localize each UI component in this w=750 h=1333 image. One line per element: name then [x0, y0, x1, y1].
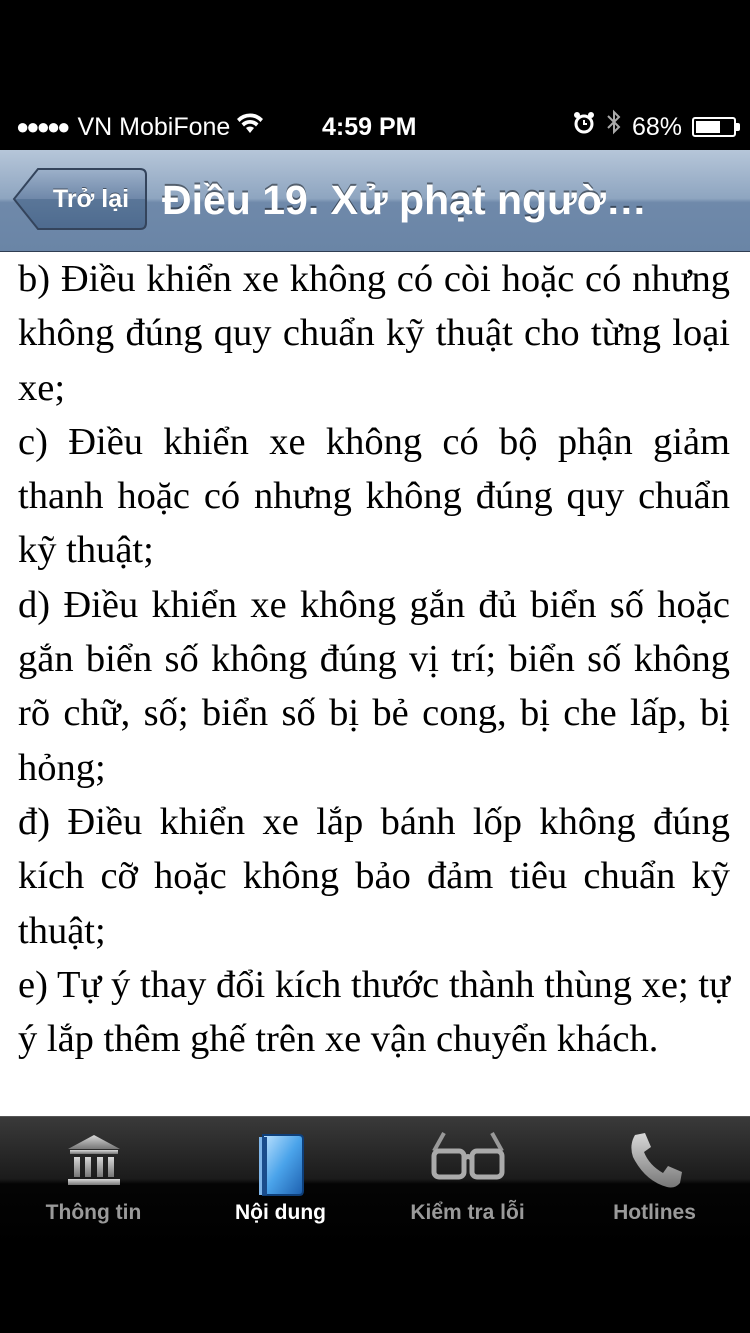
- tab-label: Nội dung: [235, 1201, 326, 1224]
- building-columns-icon: [62, 1129, 126, 1198]
- status-time: 4:59 PM: [322, 113, 417, 141]
- back-button[interactable]: Trở lại: [12, 167, 148, 231]
- wifi-icon: [236, 104, 264, 150]
- alarm-icon: [572, 104, 596, 150]
- app-screen: ●●●●● VN MobiFone 4:59 PM 68% Trở lại Đi…: [0, 0, 750, 1333]
- page-title: Điều 19. Xử phạt ngườ…: [162, 177, 647, 223]
- glasses-icon: [428, 1129, 508, 1198]
- navigation-bar: Trở lại Điều 19. Xử phạt ngườ…: [0, 150, 750, 252]
- signal-strength-icon: ●●●●●: [16, 114, 70, 139]
- phone-icon: [623, 1129, 687, 1198]
- paragraph-d: d) Điều khiển xe không gắn đủ biển số ho…: [18, 583, 730, 789]
- tab-label: Thông tin: [45, 1201, 142, 1224]
- article-text: b) Điều khiển xe không có còi hoặc có nh…: [18, 252, 730, 1066]
- status-left: ●●●●● VN MobiFone: [16, 104, 264, 150]
- battery-icon: [692, 117, 740, 137]
- paragraph-b: b) Điều khiển xe không có còi hoặc có nh…: [18, 258, 730, 409]
- article-content[interactable]: b) Điều khiển xe không có còi hoặc có nh…: [0, 252, 750, 1116]
- paragraph-e: e) Tự ý thay đổi kích thước thành thùng …: [18, 963, 730, 1061]
- tab-label: Kiểm tra lỗi: [410, 1201, 525, 1224]
- battery-fill: [696, 121, 720, 133]
- tab-thong-tin[interactable]: Thông tin: [0, 1117, 187, 1245]
- bluetooth-icon: [606, 104, 622, 150]
- tab-bar: Thông tin Nội dung Kiểm tra lỗi Hotlines: [0, 1116, 750, 1246]
- back-button-label: Trở lại: [52, 185, 130, 213]
- carrier-name: VN MobiFone: [77, 113, 231, 141]
- paragraph-dd: đ) Điều khiển xe lắp bánh lốp không đúng…: [18, 800, 730, 952]
- status-right: 68%: [572, 104, 740, 150]
- tab-noi-dung[interactable]: Nội dung: [187, 1117, 374, 1245]
- battery-percent: 68%: [631, 113, 682, 141]
- tab-hotlines[interactable]: Hotlines: [561, 1117, 748, 1245]
- book-icon: [249, 1129, 313, 1204]
- tab-kiem-tra-loi[interactable]: Kiểm tra lỗi: [374, 1117, 561, 1245]
- status-bar: ●●●●● VN MobiFone 4:59 PM 68%: [0, 104, 750, 150]
- tab-label: Hotlines: [613, 1201, 696, 1224]
- paragraph-c: c) Điều khiển xe không có bộ phận giảm t…: [18, 420, 730, 572]
